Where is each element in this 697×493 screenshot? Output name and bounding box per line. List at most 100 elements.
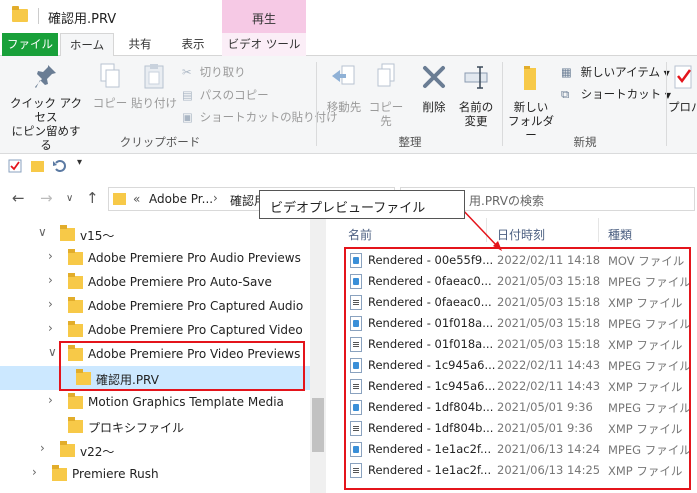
pin-to-quick-access-button[interactable]: クイック アクセス にピン留めする <box>6 62 86 152</box>
recent-locations-chevron-icon[interactable]: ∨ <box>66 193 73 204</box>
new-item-button[interactable]: ▦ 新しいアイテム ▼ <box>561 64 670 80</box>
tree-item-label: v15〜 <box>80 229 115 243</box>
chevron-right-icon[interactable]: › <box>40 441 45 455</box>
ribbon: クイック アクセス にピン留めする コピー 貼り付け ✂ 切り取り ▤ パスのコ… <box>0 56 697 154</box>
chevron-right-icon[interactable]: › <box>48 249 53 263</box>
tab-view[interactable]: 表示 <box>168 33 218 56</box>
forward-arrow-icon[interactable]: → <box>40 189 53 207</box>
group-label-clipboard: クリップボード <box>119 135 201 149</box>
tree-item[interactable]: ∨ v15〜 <box>0 222 310 246</box>
folder-icon <box>68 417 83 433</box>
chevron-right-icon[interactable]: › <box>48 321 53 335</box>
pin-label-line-2: にピン留めする <box>11 124 81 152</box>
breadcrumb-segment[interactable]: Adobe Pr... <box>149 192 213 206</box>
undo-icon[interactable] <box>52 158 66 172</box>
paste-label: 貼り付け <box>131 96 177 110</box>
properties-checkmark-icon <box>674 65 692 89</box>
tree-item[interactable]: プロキシファイル <box>0 414 310 438</box>
tree-item-label: v22〜 <box>80 445 115 459</box>
new-folder-button[interactable]: 新しい フォルダー <box>506 62 556 142</box>
move-to-label: 移動先 <box>326 100 362 114</box>
folder-icon <box>68 273 83 289</box>
column-divider[interactable] <box>598 218 599 242</box>
folder-icon <box>68 297 83 313</box>
copy-to-icon <box>377 63 395 87</box>
back-arrow-icon[interactable]: ← <box>12 189 25 207</box>
rename-label-2: 変更 <box>464 114 488 128</box>
tree-item[interactable]: › Premiere Rush <box>0 462 310 486</box>
tab-share[interactable]: 共有 <box>116 33 164 56</box>
column-header-type[interactable]: 種類 <box>608 226 632 243</box>
delete-x-icon <box>423 66 445 88</box>
rename-label-1: 名前の <box>458 100 494 114</box>
paste-shortcut-button[interactable]: ▣ ショートカットの貼り付け <box>182 109 338 125</box>
highlight-box-tree <box>59 341 305 391</box>
paste-button[interactable]: 貼り付け <box>131 62 177 110</box>
address-overflow[interactable]: « <box>133 192 140 206</box>
new-folder-icon[interactable] <box>31 161 44 172</box>
tree-item[interactable]: › v22〜 <box>0 438 310 462</box>
title-bar: 確認用.PRV <box>0 0 697 32</box>
cut-button[interactable]: ✂ 切り取り <box>182 64 246 80</box>
tree-item[interactable]: › Adobe Premiere Pro Captured Video <box>0 318 310 342</box>
shortcut-label: ショートカット <box>580 87 662 101</box>
new-folder-label-1: 新しい <box>513 100 549 114</box>
properties-button[interactable]: プロパ <box>668 62 697 114</box>
folder-icon <box>60 441 75 457</box>
ribbon-tab-bar: ファイル ホーム 共有 表示 ビデオ ツール <box>0 33 697 57</box>
tab-video-tools[interactable]: ビデオ ツール <box>222 33 306 56</box>
delete-button[interactable]: 削除 <box>414 62 454 114</box>
chevron-right-icon[interactable]: › <box>48 393 53 407</box>
folder-icon <box>12 6 28 22</box>
copy-button[interactable]: コピー <box>92 62 128 110</box>
window-title: 確認用.PRV <box>48 12 117 27</box>
chevron-down-icon[interactable]: ∨ <box>38 225 47 239</box>
breadcrumb-separator[interactable]: › <box>213 191 218 205</box>
tree-item[interactable]: › Motion Graphics Template Media <box>0 390 310 414</box>
shortcut-button[interactable]: ⧉ ショートカット ▼ <box>561 86 671 102</box>
customize-qat-chevron-icon[interactable]: ▾ <box>77 157 82 168</box>
rename-icon <box>464 66 488 89</box>
cut-label: 切り取り <box>199 65 246 79</box>
copy-to-button[interactable]: コピー先 <box>364 62 408 128</box>
tree-item-label: Motion Graphics Template Media <box>88 395 284 409</box>
new-folder-label-2: フォルダー <box>508 114 554 142</box>
tree-scrollbar-thumb[interactable] <box>312 398 324 452</box>
ribbon-divider <box>502 62 503 146</box>
group-label-organize: 整理 <box>398 135 422 149</box>
up-arrow-icon[interactable]: ↑ <box>86 189 99 207</box>
copy-label: コピー <box>92 96 128 110</box>
scissors-icon: ✂ <box>182 65 192 79</box>
callout-text: ビデオプレビューファイル <box>270 201 426 216</box>
paste-shortcut-icon: ▣ <box>182 110 193 124</box>
tree-item[interactable]: › Adobe Premiere Pro Captured Audio <box>0 294 310 318</box>
folder-icon <box>68 393 83 409</box>
column-header-name[interactable]: 名前 <box>348 226 372 243</box>
chevron-right-icon[interactable]: › <box>32 465 37 479</box>
tree-item-label: プロキシファイル <box>88 421 185 435</box>
properties-label: プロパ <box>668 100 697 114</box>
properties-checkbox-icon[interactable] <box>8 159 22 173</box>
ribbon-divider <box>666 62 667 146</box>
divider <box>38 8 39 24</box>
new-item-icon: ▦ <box>561 65 572 79</box>
context-tab-group-label: 再生 <box>251 12 276 26</box>
rename-button[interactable]: 名前の 変更 <box>456 62 496 128</box>
tree-item-label: Adobe Premiere Pro Captured Video <box>88 323 303 337</box>
copy-icon <box>100 63 120 88</box>
chevron-right-icon[interactable]: › <box>48 297 53 311</box>
copy-to-label: コピー先 <box>368 100 404 128</box>
ribbon-divider <box>316 62 317 146</box>
tree-item-label: Adobe Premiere Pro Auto-Save <box>88 275 272 289</box>
tab-home[interactable]: ホーム <box>60 33 114 57</box>
tab-file[interactable]: ファイル <box>2 33 58 56</box>
chevron-down-icon[interactable]: ∨ <box>48 345 57 359</box>
folder-icon <box>68 249 83 265</box>
tree-item[interactable]: › Adobe Premiere Pro Audio Previews <box>0 246 310 270</box>
copy-path-button[interactable]: ▤ パスのコピー <box>182 87 269 103</box>
new-item-label: 新しいアイテム <box>580 65 661 79</box>
move-to-button[interactable]: 移動先 <box>322 62 366 114</box>
chevron-right-icon[interactable]: › <box>48 273 53 287</box>
tree-item[interactable]: › Adobe Premiere Pro Auto-Save <box>0 270 310 294</box>
copy-path-label: パスのコピー <box>199 88 269 102</box>
